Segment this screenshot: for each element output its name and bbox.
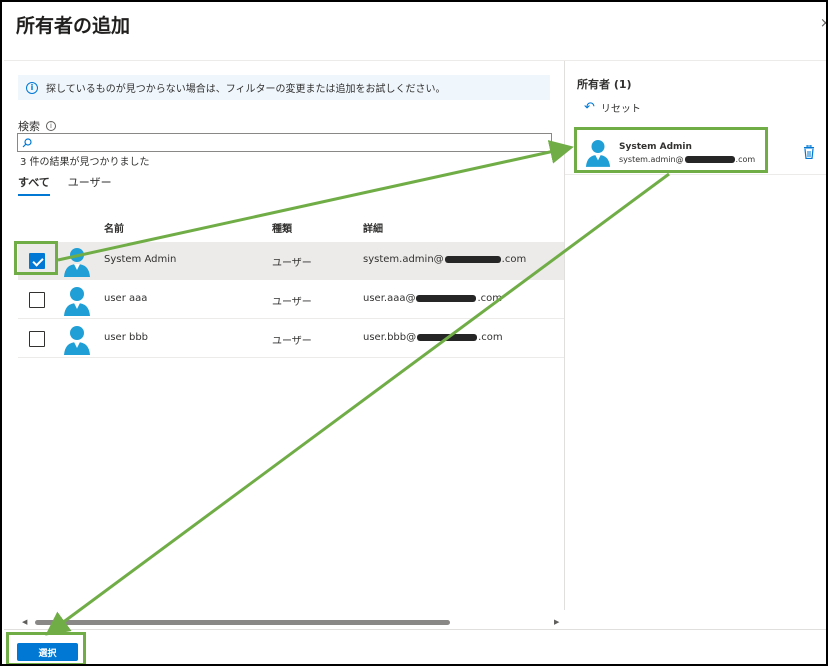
scroll-left-icon[interactable]: ◀ — [22, 618, 27, 626]
redaction-mark — [416, 294, 477, 302]
row-checkbox[interactable] — [29, 292, 45, 308]
search-icon — [22, 137, 32, 147]
reset-label: リセット — [600, 104, 641, 115]
owners-title: 所有者 (1) — [577, 78, 632, 91]
row-email-prefix: system.admin@ — [363, 254, 444, 265]
row-name: user bbb — [104, 332, 149, 343]
row-email-suffix: .com — [477, 293, 503, 304]
row-name: user aaa — [104, 293, 148, 304]
search-input[interactable] — [36, 137, 551, 148]
row-type: ユーザー — [272, 258, 312, 269]
trash-icon[interactable] — [803, 145, 815, 159]
row-checkbox[interactable] — [29, 331, 45, 347]
search-info-icon[interactable]: i — [46, 121, 56, 131]
annotation-highlight-owner — [574, 127, 768, 173]
user-avatar-icon — [64, 326, 90, 355]
table-row[interactable]: user aaa ユーザー user.aaa@ .com — [18, 281, 564, 319]
header-divider — [4, 60, 826, 61]
scroll-right-icon[interactable]: ▶ — [554, 618, 559, 626]
redaction-mark — [444, 255, 501, 263]
info-message-text: 探しているものが見つからない場合は、フィルターの変更または追加をお試しください。 — [46, 84, 446, 95]
undo-icon: ↶ — [584, 100, 595, 115]
close-icon[interactable]: × — [820, 16, 826, 31]
row-email-prefix: user.aaa@ — [363, 293, 416, 304]
row-email-suffix: .com — [478, 332, 503, 343]
user-avatar-icon — [64, 248, 90, 277]
search-label: 検索 i — [18, 118, 56, 134]
row-type: ユーザー — [272, 336, 312, 347]
column-header-name[interactable]: 名前 — [104, 220, 124, 235]
column-header-type[interactable]: 種類 — [272, 220, 292, 235]
row-type: ユーザー — [272, 297, 312, 308]
row-email: user.aaa@ .com — [363, 293, 502, 304]
dialog-title: 所有者の追加 — [16, 15, 131, 37]
search-box[interactable] — [17, 133, 552, 152]
scrollbar-thumb[interactable] — [35, 620, 450, 625]
annotation-highlight-select — [6, 632, 86, 664]
row-name: System Admin — [104, 254, 177, 265]
table-row[interactable]: System Admin ユーザー system.admin@ .com — [18, 242, 564, 280]
info-message-bar: i 探しているものが見つからない場合は、フィルターの変更または追加をお試しくださ… — [18, 75, 550, 100]
reset-button[interactable]: ↶ リセット — [584, 100, 641, 115]
annotation-highlight-checkbox — [14, 241, 58, 275]
search-label-text: 検索 — [18, 120, 40, 133]
tab-users[interactable]: ユーザー — [68, 174, 112, 196]
results-count: 3 件の結果が見つかりました — [20, 157, 150, 168]
filter-tabs: すべて ユーザー — [18, 174, 130, 196]
redaction-mark — [417, 333, 478, 341]
tab-all[interactable]: すべて — [18, 174, 50, 196]
footer-divider — [4, 629, 826, 630]
row-email-suffix: .com — [501, 254, 527, 265]
horizontal-scrollbar[interactable]: ◀ ▶ — [18, 616, 564, 628]
column-header-details[interactable]: 詳細 — [363, 220, 383, 235]
info-icon: i — [26, 81, 38, 94]
user-avatar-icon — [64, 287, 90, 316]
add-owners-dialog: 所有者の追加 × i 探しているものが見つからない場合は、フィルターの変更または… — [0, 0, 828, 666]
row-email: user.bbb@ .com — [363, 332, 503, 343]
row-email-prefix: user.bbb@ — [363, 332, 417, 343]
table-row[interactable]: user bbb ユーザー user.bbb@ .com — [18, 320, 564, 358]
row-email: system.admin@ .com — [363, 254, 526, 265]
